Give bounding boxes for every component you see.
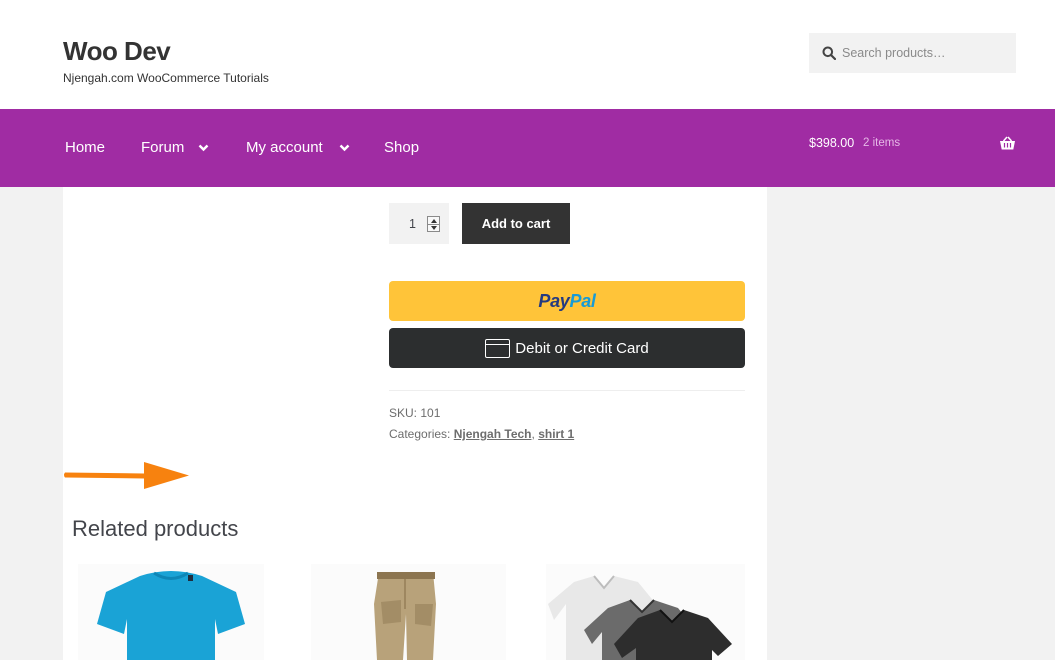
basket-icon[interactable] bbox=[999, 136, 1016, 151]
nav-item-home[interactable]: Home bbox=[65, 139, 105, 156]
vneck-shirts-image bbox=[548, 575, 732, 660]
annotation-arrow-icon bbox=[64, 462, 189, 489]
quantity-spinner[interactable] bbox=[427, 216, 440, 232]
nav-item-label: Shop bbox=[384, 139, 420, 156]
khaki-pants-image bbox=[374, 572, 436, 660]
increment-arrow-icon[interactable] bbox=[431, 219, 437, 223]
decrement-arrow-icon[interactable] bbox=[431, 226, 437, 230]
cart-count[interactable]: 2 items bbox=[863, 137, 900, 149]
divider bbox=[389, 390, 745, 391]
related-products-heading: Related products bbox=[72, 516, 239, 541]
add-to-cart-button[interactable]: Add to cart bbox=[462, 203, 570, 244]
nav-item-my-account[interactable]: My account bbox=[246, 139, 350, 156]
quantity-value[interactable]: 1 bbox=[409, 217, 416, 231]
blue-tshirt-image bbox=[97, 571, 245, 660]
site-header: Woo Dev Njengah.com WooCommerce Tutorial… bbox=[0, 0, 1055, 109]
paypal-logo: PayPal bbox=[538, 290, 596, 311]
sku-label: SKU: bbox=[389, 406, 418, 420]
nav-item-label: Forum bbox=[141, 139, 185, 156]
quantity-stepper[interactable]: 1 bbox=[389, 203, 449, 244]
product-image-blue-tshirt[interactable] bbox=[78, 564, 264, 660]
nav-item-forum[interactable]: Forum bbox=[141, 139, 209, 156]
product-sku: SKU: 101 bbox=[389, 406, 440, 420]
sku-value: 101 bbox=[420, 406, 441, 420]
site-title[interactable]: Woo Dev bbox=[63, 36, 171, 67]
category-link[interactable]: shirt 1 bbox=[538, 427, 574, 441]
site-tagline: Njengah.com WooCommerce Tutorials bbox=[63, 71, 269, 85]
product-image-khaki-pants[interactable] bbox=[311, 564, 506, 660]
credit-card-icon bbox=[485, 338, 511, 358]
paypal-button[interactable]: PayPal bbox=[389, 281, 745, 321]
nav-item-label: Home bbox=[65, 139, 106, 156]
chevron-down-icon bbox=[339, 144, 350, 151]
product-image-vneck-shirts[interactable] bbox=[546, 564, 745, 660]
chevron-down-icon bbox=[198, 144, 209, 151]
nav-item-label: My account bbox=[246, 139, 323, 156]
search-icon bbox=[822, 46, 836, 60]
debit-credit-card-button[interactable]: Debit or Credit Card bbox=[389, 328, 745, 368]
nav-item-shop[interactable]: Shop bbox=[384, 139, 419, 156]
card-button-label: Debit or Credit Card bbox=[515, 339, 649, 357]
search-placeholder: Search products… bbox=[842, 46, 946, 60]
cart-total[interactable]: $398.00 bbox=[809, 136, 854, 150]
search-input[interactable]: Search products… bbox=[809, 33, 1016, 73]
product-categories: Categories: Njengah Tech, shirt 1 bbox=[389, 427, 575, 441]
category-link[interactable]: Njengah Tech bbox=[454, 427, 532, 441]
primary-navigation: Home Forum My account Shop $398.00 2 ite… bbox=[0, 109, 1055, 187]
categories-label: Categories: bbox=[389, 427, 451, 441]
